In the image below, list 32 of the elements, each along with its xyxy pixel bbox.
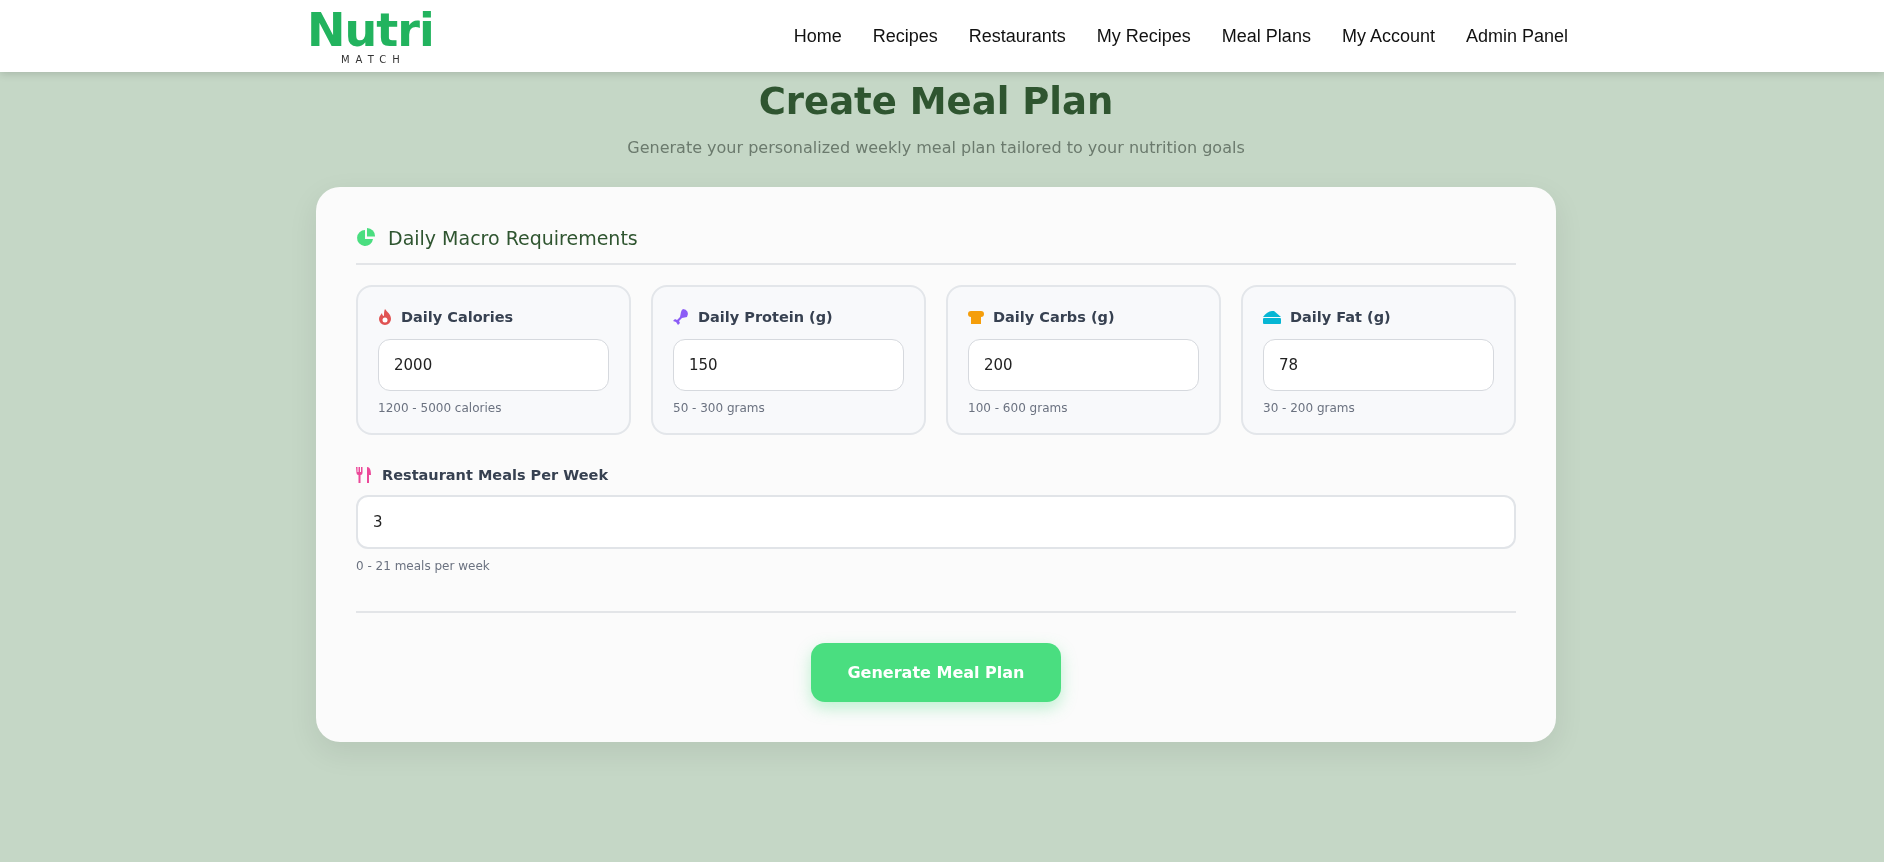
nav-link[interactable]: Home <box>793 25 842 47</box>
field-label: Daily Protein (g) <box>698 309 833 325</box>
hint-text: 0 - 21 meals per week <box>356 559 491 573</box>
field-label: Restaurant Meals Per Week <box>382 467 609 483</box>
field-label: Daily Fat (g) <box>1290 309 1391 325</box>
pie-chart-icon <box>356 228 376 248</box>
hint-text: 30 - 200 grams <box>1263 401 1356 415</box>
bread-icon <box>968 310 984 324</box>
page-title: Create Meal Plan <box>757 79 1115 125</box>
fire-icon <box>378 309 392 325</box>
nav-link[interactable]: Meal Plans <box>1221 25 1311 47</box>
nav-link[interactable]: Restaurants <box>968 25 1066 47</box>
logo-tagline: MATCH <box>340 55 406 65</box>
section-title: Daily Macro Requirements <box>388 227 638 249</box>
page-subtitle: Generate your personalized weekly meal plan tailored to your nutrition goals <box>626 138 1246 157</box>
nav-link[interactable]: My Account <box>1341 25 1435 47</box>
input-field[interactable]: 78 <box>1263 339 1494 391</box>
nav-link[interactable]: Admin Panel <box>1465 25 1568 47</box>
cheese-icon <box>1263 310 1281 324</box>
input-field[interactable]: 3 <box>356 495 1516 549</box>
utensils-icon <box>356 467 372 483</box>
input-field[interactable]: 150 <box>673 339 904 391</box>
hint-text: 100 - 600 grams <box>968 401 1069 415</box>
field-label: Daily Carbs (g) <box>993 309 1115 325</box>
hint-text: 50 - 300 grams <box>673 401 766 415</box>
field-label: Daily Calories <box>401 309 514 325</box>
input-field[interactable]: 200 <box>968 339 1199 391</box>
input-field[interactable]: 2000 <box>378 339 609 391</box>
nav-link[interactable]: Recipes <box>872 25 938 47</box>
nav-link[interactable]: My Recipes <box>1096 25 1191 47</box>
hint-text: 1200 - 5000 calories <box>378 401 503 415</box>
drumstick-icon <box>673 309 689 325</box>
